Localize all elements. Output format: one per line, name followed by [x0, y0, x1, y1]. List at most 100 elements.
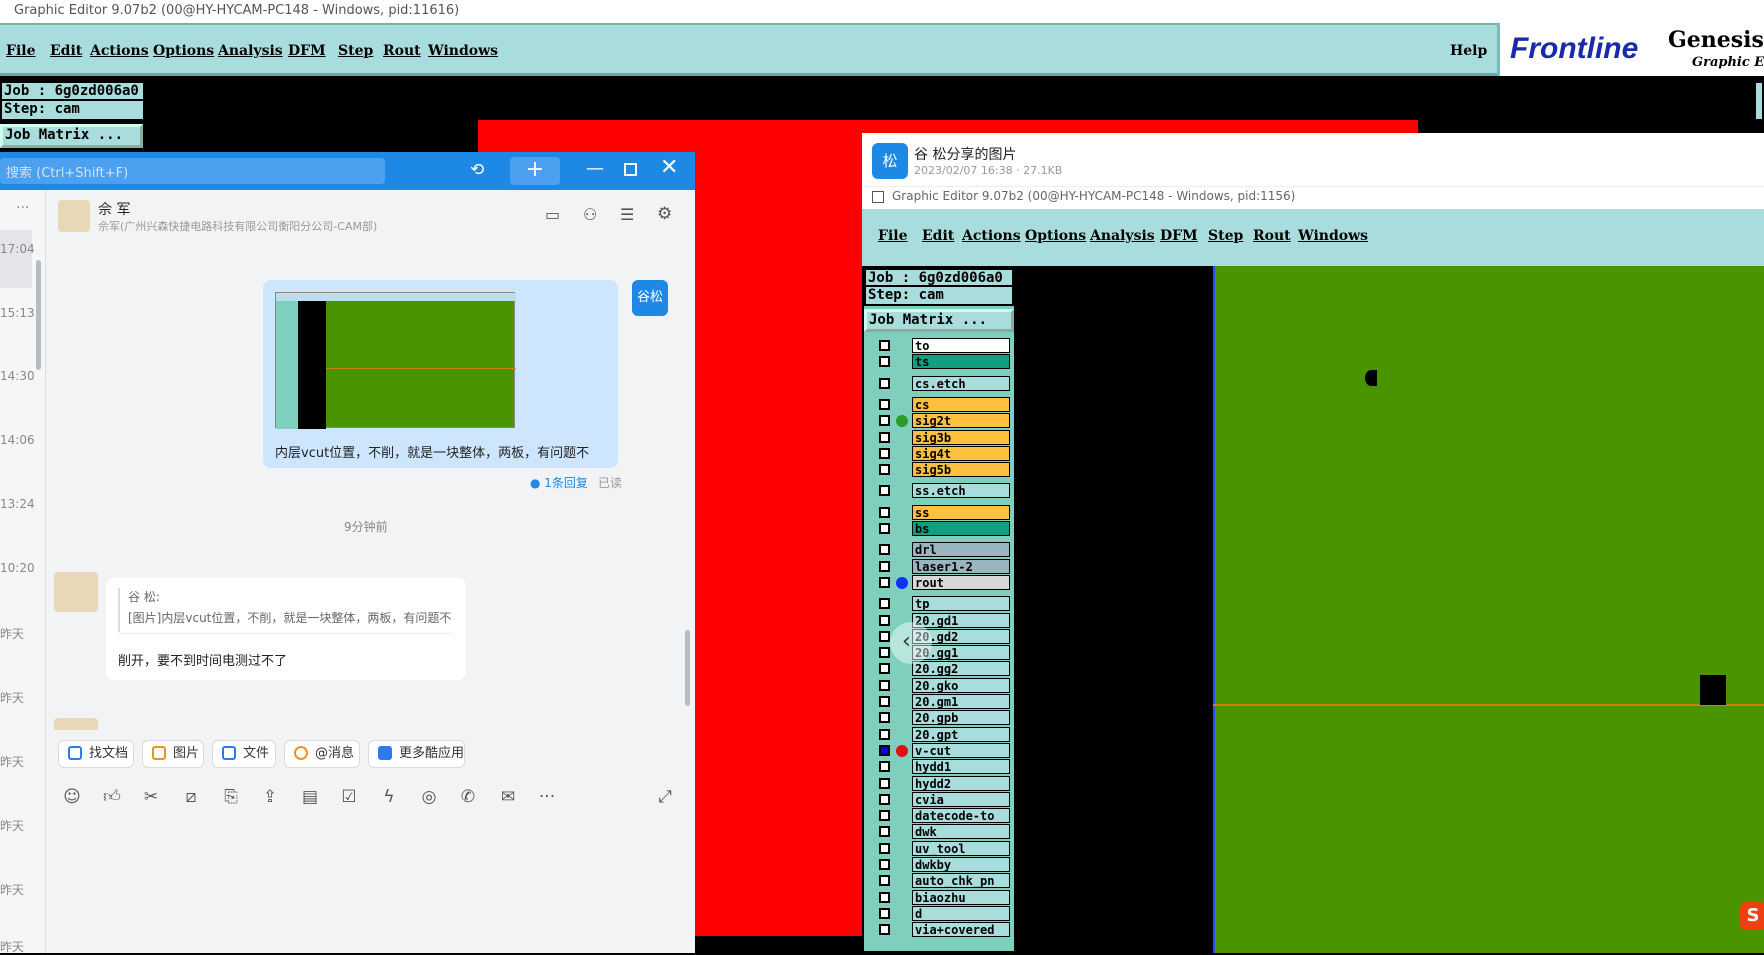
- more-icon[interactable]: ···: [16, 200, 29, 216]
- layer-row[interactable]: v-cut: [870, 742, 1012, 758]
- preview-menu-windows[interactable]: Windows: [1298, 228, 1368, 244]
- layer-row[interactable]: hydd1: [870, 759, 1012, 775]
- menu-edit[interactable]: Edit: [50, 43, 82, 59]
- search-input[interactable]: 搜索 (Ctrl+Shift+F): [0, 158, 385, 184]
- layer-row[interactable]: auto_chk_pn: [870, 873, 1012, 889]
- layer-row[interactable]: ss.etch: [870, 483, 1012, 499]
- layer-checkbox[interactable]: [879, 907, 890, 919]
- reply-count-link[interactable]: ● 1条回复: [530, 474, 588, 491]
- menu-file[interactable]: File: [6, 43, 35, 59]
- layer-row[interactable]: 20.gg2: [870, 661, 1012, 677]
- preview-menu-step[interactable]: Step: [1208, 228, 1243, 244]
- job-matrix-button[interactable]: Job Matrix ...: [0, 124, 143, 148]
- layer-checkbox[interactable]: [879, 842, 890, 854]
- layer-checkbox[interactable]: [879, 728, 890, 740]
- layer-row[interactable]: sig3b: [870, 429, 1012, 445]
- layer-row[interactable]: 20.gd1: [870, 612, 1012, 628]
- layer-checkbox[interactable]: [879, 485, 890, 497]
- layer-row[interactable]: to: [870, 338, 1012, 353]
- layer-checkbox[interactable]: [879, 377, 890, 389]
- message-image-thumbnail[interactable]: [275, 292, 516, 429]
- preview-menu-file[interactable]: File: [878, 228, 907, 244]
- settings-icon[interactable]: ⚙: [657, 204, 672, 224]
- layer-checkbox[interactable]: [879, 924, 890, 936]
- task-icon[interactable]: ☑: [338, 786, 360, 808]
- list-scrollbar[interactable]: [36, 260, 41, 370]
- layer-row[interactable]: 20.gm1: [870, 694, 1012, 709]
- layer-row[interactable]: ts: [870, 354, 1012, 370]
- contact-avatar[interactable]: [58, 200, 90, 232]
- video-icon[interactable]: ◎: [418, 786, 440, 808]
- layer-checkbox[interactable]: [879, 340, 890, 351]
- layer-checkbox[interactable]: [879, 793, 890, 805]
- layer-checkbox[interactable]: [879, 630, 890, 642]
- layer-checkbox[interactable]: [879, 356, 890, 368]
- command-icon[interactable]: ⧄: [180, 786, 202, 808]
- layer-row[interactable]: cs.etch: [870, 375, 1012, 391]
- layer-checkbox[interactable]: [879, 663, 890, 675]
- menu-analysis[interactable]: Analysis: [218, 43, 283, 59]
- layer-checkbox[interactable]: [879, 712, 890, 724]
- file-button[interactable]: 文件: [212, 740, 276, 768]
- conversation-item-selected[interactable]: [0, 230, 32, 288]
- more-apps-button[interactable]: 更多酷应用: [368, 740, 465, 768]
- layer-checkbox[interactable]: [879, 614, 890, 626]
- layer-checkbox[interactable]: [879, 415, 890, 427]
- layer-row[interactable]: uv_tool: [870, 840, 1012, 856]
- new-doc-icon[interactable]: ⎘: [220, 786, 242, 808]
- input-method-icon[interactable]: S: [1740, 902, 1764, 930]
- layer-checkbox[interactable]: [879, 506, 890, 518]
- thumbs-up-icon[interactable]: 👍︎: [101, 786, 123, 808]
- prev-image-button[interactable]: ‹: [890, 622, 932, 664]
- add-button[interactable]: +: [510, 157, 560, 185]
- layer-checkbox[interactable]: [879, 761, 890, 773]
- layer-checkbox[interactable]: [879, 810, 890, 822]
- layer-row[interactable]: dwk: [870, 824, 1012, 840]
- preview-menu-edit[interactable]: Edit: [922, 228, 954, 244]
- layer-checkbox[interactable]: [879, 777, 890, 789]
- layer-row[interactable]: via+covered: [870, 922, 1012, 938]
- layer-checkbox[interactable]: [879, 891, 890, 903]
- layer-row[interactable]: cvia: [870, 791, 1012, 807]
- minimize-icon[interactable]: —: [586, 158, 604, 179]
- layer-row[interactable]: laser1-2: [870, 558, 1012, 574]
- layer-row[interactable]: rout: [870, 574, 1012, 590]
- preview-job-matrix-button[interactable]: Job Matrix ...: [864, 309, 1014, 332]
- lightning-icon[interactable]: ϟ: [378, 786, 400, 808]
- layer-row[interactable]: d: [870, 905, 1012, 921]
- preview-menu-dfm[interactable]: DFM: [1160, 228, 1198, 244]
- layer-checkbox[interactable]: [879, 464, 890, 476]
- folder-icon[interactable]: ▭: [545, 205, 560, 224]
- layer-checkbox[interactable]: [879, 679, 890, 691]
- layer-row[interactable]: ss: [870, 504, 1012, 520]
- layer-row[interactable]: sig4t: [870, 445, 1012, 461]
- layer-checkbox[interactable]: [879, 560, 890, 572]
- chat-scrollbar[interactable]: [685, 630, 690, 706]
- add-member-icon[interactable]: ⚇: [583, 205, 597, 224]
- my-avatar[interactable]: 谷松: [632, 280, 668, 316]
- layer-checkbox[interactable]: [879, 744, 890, 756]
- layer-checkbox[interactable]: [879, 398, 890, 410]
- expand-icon[interactable]: ⤢: [654, 786, 676, 808]
- layer-checkbox[interactable]: [879, 523, 890, 534]
- layer-row[interactable]: sig5b: [870, 462, 1012, 478]
- find-doc-button[interactable]: 找文档: [58, 740, 134, 768]
- layer-checkbox[interactable]: [879, 859, 890, 870]
- mail-icon[interactable]: ✉: [497, 786, 519, 808]
- preview-menu-rout[interactable]: Rout: [1253, 228, 1291, 244]
- close-icon[interactable]: ✕: [660, 155, 678, 180]
- genesis-side-button[interactable]: [1754, 81, 1764, 121]
- layer-checkbox[interactable]: [879, 576, 890, 588]
- scissors-icon[interactable]: ✂: [140, 786, 162, 808]
- layer-checkbox[interactable]: [879, 826, 890, 838]
- layer-row[interactable]: 20.gpb: [870, 710, 1012, 726]
- more-tools-icon[interactable]: ···: [536, 786, 558, 808]
- layer-checkbox[interactable]: [879, 544, 890, 556]
- mention-button[interactable]: @消息: [284, 740, 360, 768]
- layer-checkbox[interactable]: [879, 598, 890, 610]
- menu-actions[interactable]: Actions: [90, 43, 149, 59]
- layer-checkbox[interactable]: [879, 696, 890, 707]
- layer-checkbox[interactable]: [879, 647, 890, 659]
- layer-row[interactable]: cs: [870, 396, 1012, 412]
- layer-row[interactable]: datecode-to: [870, 808, 1012, 824]
